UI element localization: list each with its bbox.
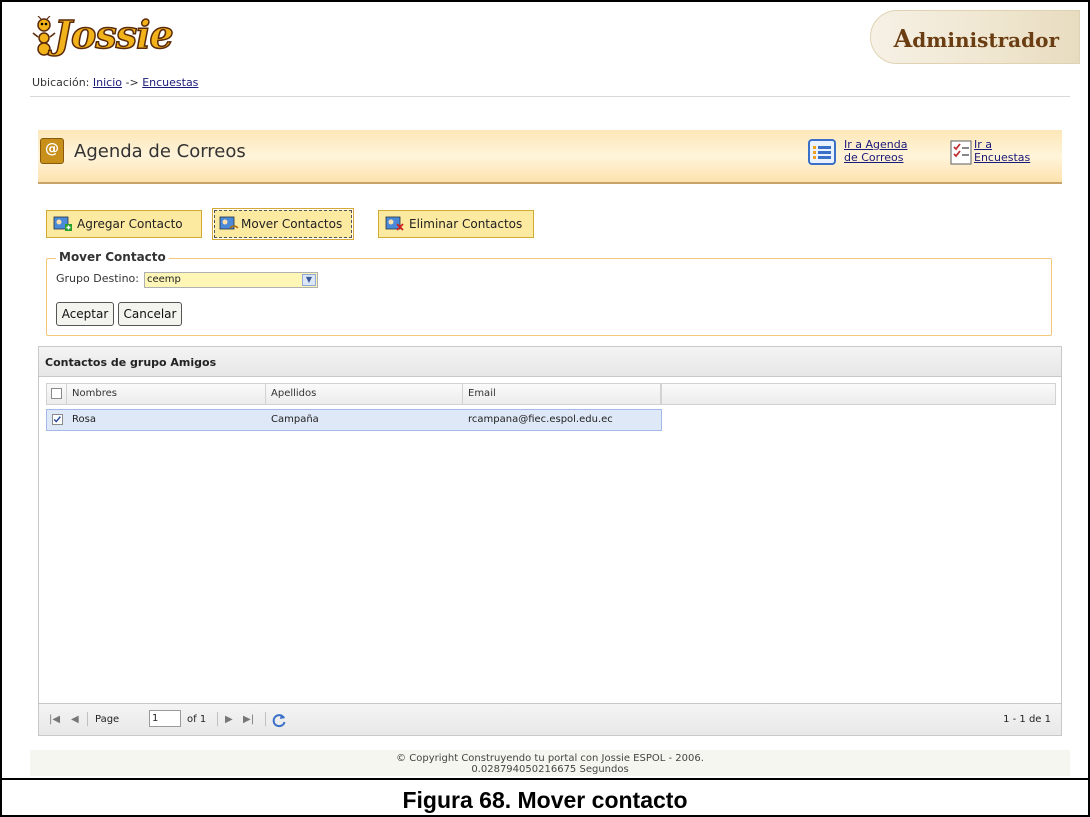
go-to-encuestas-line1: Ir a — [974, 138, 993, 151]
copyright-text: © Copyright Construyendo tu portal con J… — [396, 753, 704, 764]
admin-badge-label: Administrador — [893, 24, 1059, 53]
column-header-nombres[interactable]: Nombres — [67, 384, 266, 404]
delete-contacts-button[interactable]: Eliminar Contactos — [378, 210, 534, 238]
cell-apellidos: Campaña — [271, 414, 319, 425]
grid-title: Contactos de grupo Amigos — [39, 347, 1061, 377]
breadcrumb-prefix: Ubicación: — [32, 76, 90, 89]
go-to-agenda-line1: Ir a Agenda — [844, 138, 908, 151]
chevron-down-icon[interactable]: ▼ — [302, 274, 316, 286]
column-header-apellidos[interactable]: Apellidos — [266, 384, 463, 404]
pager-separator — [265, 712, 266, 726]
delete-contacts-icon — [385, 216, 404, 231]
cell-email: rcampana@fiec.espol.edu.ec — [468, 414, 613, 425]
delete-contacts-label: Eliminar Contactos — [409, 217, 523, 231]
breadcrumb-current-link[interactable]: Encuestas — [142, 76, 198, 89]
cell-nombres: Rosa — [72, 414, 96, 425]
ant-mascot-icon — [32, 16, 56, 56]
grid-header-filler — [662, 383, 1056, 405]
move-contact-legend: Mover Contacto — [56, 250, 169, 264]
select-all-cell — [47, 384, 67, 404]
add-contact-label: Agregar Contacto — [77, 217, 183, 231]
destination-group-select[interactable]: ceemp ▼ — [144, 272, 318, 288]
frame-border-left — [0, 0, 2, 817]
page-count-label: of 1 — [187, 714, 207, 725]
breadcrumb: Ubicación: Inicio -> Encuestas — [32, 76, 198, 94]
copyright-footer: © Copyright Construyendo tu portal con J… — [30, 750, 1070, 776]
last-page-icon[interactable]: ▶| — [243, 714, 254, 725]
table-row[interactable]: Rosa Campaña rcampana@fiec.espol.edu.ec — [46, 409, 662, 431]
go-to-agenda-link[interactable]: Ir a Agenda de Correos — [844, 138, 907, 164]
destination-group-label: Grupo Destino: — [56, 272, 139, 285]
grid-pager: |◀ ◀ Page 1 of 1 ▶ ▶| 1 - 1 de 1 — [39, 703, 1061, 735]
checkmark-icon — [53, 416, 61, 423]
page-label: Page — [95, 714, 120, 725]
site-header: Jossie Administrador — [10, 8, 1080, 66]
survey-icon[interactable] — [948, 138, 976, 166]
destination-group-value: ceemp — [147, 274, 181, 285]
select-all-checkbox[interactable] — [51, 388, 62, 399]
breadcrumb-home-link[interactable]: Inicio — [93, 76, 122, 89]
grid-header-row: Nombres Apellidos Email — [46, 383, 662, 405]
refresh-icon[interactable] — [271, 712, 287, 728]
first-page-icon[interactable]: |◀ — [49, 714, 60, 725]
record-summary: 1 - 1 de 1 — [1003, 714, 1051, 725]
add-contact-icon — [53, 216, 72, 231]
jossie-logo[interactable]: Jossie — [32, 10, 212, 62]
go-to-encuestas-line2: Encuestas — [974, 151, 1031, 164]
move-contacts-label: Mover Contactos — [241, 217, 343, 231]
page-title: Agenda de Correos — [74, 141, 246, 162]
pager-separator — [217, 712, 218, 726]
accept-button[interactable]: Aceptar — [56, 302, 114, 326]
column-header-email[interactable]: Email — [463, 384, 661, 404]
page-number-input[interactable]: 1 — [149, 710, 181, 727]
render-time-text: 0.028794050216675 Segundos — [471, 764, 629, 775]
frame-border-mid — [0, 778, 1090, 780]
logo-text: Jossie — [53, 11, 174, 58]
cancel-button[interactable]: Cancelar — [118, 302, 182, 326]
address-book-icon — [40, 138, 64, 164]
contacts-grid: Contactos de grupo Amigos Nombres Apelli… — [38, 346, 1062, 736]
figure-caption: Figura 68. Mover contacto — [402, 787, 688, 813]
move-contacts-icon — [219, 216, 239, 230]
frame-border-top — [0, 0, 1090, 2]
add-contact-button[interactable]: Agregar Contacto — [46, 210, 202, 238]
move-contacts-button[interactable]: Mover Contactos — [212, 208, 354, 240]
list-icon[interactable] — [808, 138, 836, 166]
prev-page-icon[interactable]: ◀ — [71, 714, 79, 725]
agenda-title-panel: Agenda de Correos Ir a Agenda de Correos… — [38, 130, 1062, 184]
next-page-icon[interactable]: ▶ — [225, 714, 233, 725]
breadcrumb-separator: -> — [125, 76, 139, 89]
go-to-encuestas-link[interactable]: Ir a Encuestas — [974, 138, 1030, 164]
admin-badge: Administrador — [870, 10, 1080, 64]
screenshot-frame: Jossie Administrador Ubicación: Inicio -… — [0, 0, 1090, 817]
move-contact-fieldset — [46, 258, 1052, 336]
pager-separator — [87, 712, 88, 726]
breadcrumb-divider — [30, 96, 1070, 97]
go-to-agenda-line2: de Correos — [844, 151, 904, 164]
row-checkbox[interactable] — [52, 414, 63, 425]
